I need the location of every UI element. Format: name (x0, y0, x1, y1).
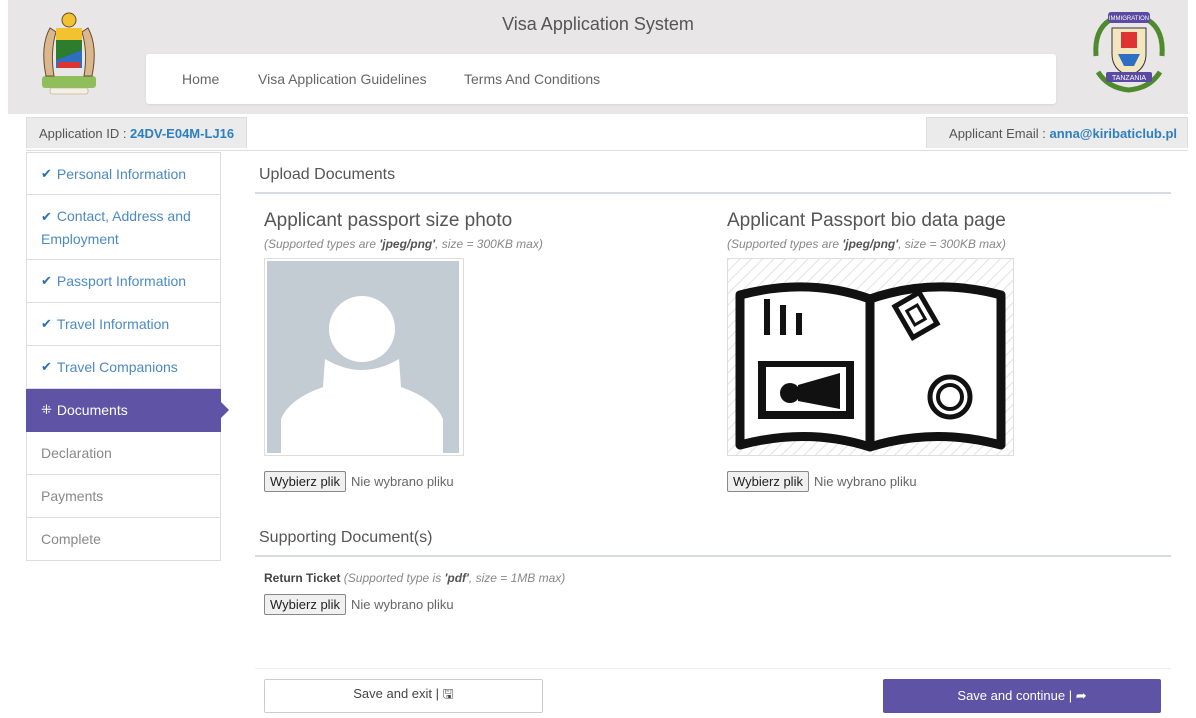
return-ticket-label: Return Ticket (Supported type is 'pdf', … (264, 571, 565, 585)
nav-visa-guidelines[interactable]: Visa Application Guidelines (258, 71, 427, 87)
return-ticket-choose-file-button[interactable]: Wybierz plik (264, 594, 346, 615)
check-icon: ✔ (41, 359, 52, 374)
check-icon: ✔ (41, 273, 52, 288)
bio-page-title: Applicant Passport bio data page (727, 210, 1006, 231)
sidebar-item-label: Travel Companions (56, 359, 178, 375)
main-nav: Home Visa Application Guidelines Terms A… (146, 54, 1056, 104)
applicant-email: Applicant Email : anna@kiribaticlub.pl (926, 117, 1188, 148)
application-info-bar: Application ID : 24DV-E04M-LJ16 Applican… (26, 117, 1188, 151)
note-prefix: (Supported types are (727, 237, 843, 251)
note-types: 'jpeg/png' (379, 237, 436, 251)
sidebar-item-documents[interactable]: ⁜ Documents (26, 389, 229, 432)
file-status: Nie wybrano pliku (350, 597, 454, 612)
applicant-email-value: anna@kiribaticlub.pl (1049, 126, 1177, 141)
passport-photo-file-row: Wybierz plik Nie wybrano pliku (264, 471, 454, 492)
application-id-label: Application ID : (39, 126, 131, 141)
logo-bottom-text: TANZANIA (1112, 75, 1146, 82)
avatar-placeholder-icon (267, 261, 459, 453)
sidebar-item-travel-information[interactable]: ✔ Travel Information (26, 303, 221, 346)
passport-photo-note: (Supported types are 'jpeg/png', size = … (264, 237, 543, 251)
save-and-continue-button[interactable]: Save and continue | ➦ (883, 679, 1161, 713)
sidebar-item-label: Complete (41, 531, 101, 547)
section-divider (255, 555, 1171, 557)
sidebar-item-label: Passport Information (56, 273, 187, 289)
supporting-documents-heading: Supporting Document(s) (259, 529, 433, 546)
footer-divider (255, 668, 1171, 669)
note-prefix: (Supported type is (340, 571, 445, 585)
site-header: Visa Application System Home Visa Applic… (8, 0, 1188, 114)
open-passport-icon (728, 259, 1013, 455)
file-status: Nie wybrano pliku (350, 474, 454, 489)
sidebar-item-label: Documents (56, 402, 128, 418)
sidebar-item-travel-companions[interactable]: ✔ Travel Companions (26, 346, 221, 389)
sidebar-item-contact-address[interactable]: ✔ Contact, Address and Employment (26, 195, 221, 260)
sidebar-item-label: Personal Information (56, 165, 187, 182)
applicant-email-label: Applicant Email : (949, 126, 1050, 141)
note-types: 'pdf' (444, 571, 469, 585)
note-types: 'jpeg/png' (842, 237, 899, 251)
bio-page-choose-file-button[interactable]: Wybierz plik (727, 471, 809, 492)
site-title: Visa Application System (502, 14, 694, 34)
note-suffix: , size = 1MB max) (468, 571, 566, 585)
return-ticket-title: Return Ticket (264, 571, 341, 585)
note-suffix: , size = 300KB max) (435, 237, 543, 251)
sidebar-item-personal-information[interactable]: ✔ Personal Information (26, 152, 221, 195)
upload-documents-heading: Upload Documents (259, 166, 396, 183)
sidebar-item-passport-information[interactable]: ✔ Passport Information (26, 260, 221, 303)
sidebar-item-payments[interactable]: Payments (26, 475, 221, 518)
check-icon: ✔ (41, 165, 52, 181)
section-divider (255, 192, 1171, 194)
application-id: Application ID : 24DV-E04M-LJ16 (26, 117, 247, 148)
passport-photo-preview (264, 258, 464, 456)
bio-page-note: (Supported types are 'jpeg/png', size = … (727, 237, 1006, 251)
file-status: Nie wybrano pliku (813, 474, 917, 489)
sidebar-item-label: Contact, Address and Employment (41, 207, 191, 247)
sidebar-item-complete[interactable]: Complete (26, 518, 221, 561)
application-id-value: 24DV-E04M-LJ16 (130, 126, 235, 141)
passport-photo-choose-file-button[interactable]: Wybierz plik (264, 471, 346, 492)
sidebar-item-text: ✔ Contact, Address and Employment (41, 205, 206, 250)
nav-home[interactable]: Home (182, 71, 219, 87)
steps-sidebar: ✔ Personal Information ✔ Contact, Address … (26, 152, 229, 561)
sidebar-item-declaration[interactable]: Declaration (26, 432, 221, 475)
note-prefix: (Supported types are (264, 237, 380, 251)
sidebar-item-label: Payments (41, 488, 104, 504)
logo-top-text: IMMIGRATION (1109, 16, 1149, 22)
bio-page-file-row: Wybierz plik Nie wybrano pliku (727, 471, 917, 492)
note-suffix: , size = 300KB max) (898, 237, 1006, 251)
check-icon: ✔ (41, 208, 52, 224)
sidebar-item-label: Travel Information (56, 316, 170, 332)
spinner-icon: ⁜ (41, 402, 52, 417)
bio-page-preview (727, 258, 1014, 456)
passport-photo-title: Applicant passport size photo (264, 210, 513, 231)
sidebar-item-label: Declaration (41, 445, 112, 461)
save-and-exit-button[interactable]: Save and exit | 🖫 (264, 679, 543, 713)
nav-terms[interactable]: Terms And Conditions (464, 71, 600, 87)
immigration-logo: IMMIGRATION TANZANIA (1093, 12, 1165, 93)
return-ticket-file-row: Wybierz plik Nie wybrano pliku (264, 594, 454, 615)
check-icon: ✔ (41, 316, 52, 331)
